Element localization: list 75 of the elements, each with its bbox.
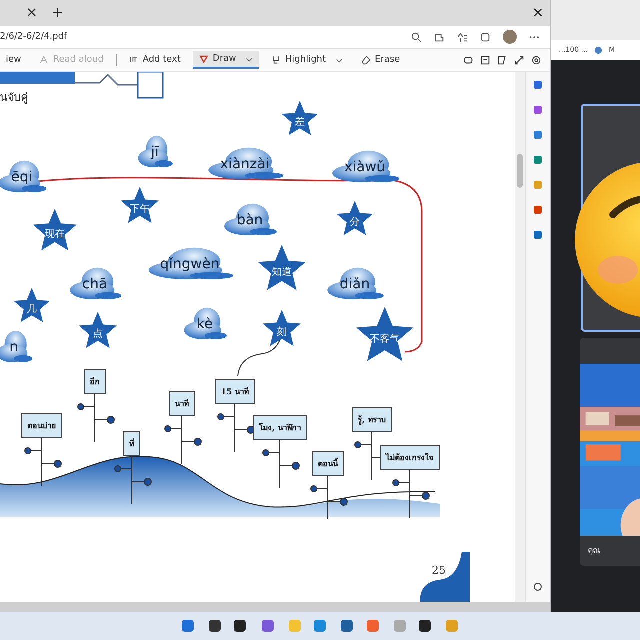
collections-icon[interactable] xyxy=(480,32,491,42)
cloud-drawing xyxy=(330,150,400,184)
caret-icon xyxy=(246,56,254,62)
cloud-drawing xyxy=(137,134,173,170)
eraser-icon xyxy=(361,55,372,65)
word-sign: นาที xyxy=(169,392,195,416)
taskbar-app-icon[interactable] xyxy=(417,618,433,634)
pinyin-label: xiànzài xyxy=(220,156,270,172)
pinyin-label: xiàwǔ xyxy=(344,160,386,176)
sidebar-app-icon[interactable] xyxy=(533,205,543,215)
sidebar-app-icon[interactable] xyxy=(533,130,543,140)
word-sign: 15 นาที xyxy=(215,380,255,404)
profile-avatar[interactable] xyxy=(503,30,517,44)
pinyin-label: jī xyxy=(151,144,159,160)
sidebar-app-icon[interactable] xyxy=(533,155,543,165)
sidebar-app-icon[interactable] xyxy=(533,230,543,240)
taskbar-app-icon[interactable] xyxy=(207,618,223,634)
corner-decoration xyxy=(420,552,470,602)
save-icon[interactable] xyxy=(480,54,491,66)
caret-icon xyxy=(336,56,344,64)
word-sign: โมง, นาฬิกา xyxy=(253,416,307,440)
cloud-drawing xyxy=(182,306,228,342)
word-sign: ตอนนี้ xyxy=(312,452,344,476)
horizontal-scrollbar[interactable] xyxy=(0,602,550,612)
cloud-drawing xyxy=(0,160,47,194)
settings-icon[interactable] xyxy=(531,54,542,66)
pinyin-label: n xyxy=(10,340,18,356)
fullscreen-icon[interactable] xyxy=(514,54,525,66)
toolbar-button[interactable]: iew xyxy=(0,52,28,68)
pinyin-label: diǎn xyxy=(340,276,370,292)
page-number: 25 xyxy=(432,564,446,577)
chinese-word: 点 xyxy=(93,328,103,340)
word-sign: ที่ xyxy=(124,432,140,456)
pinyin-label: kè xyxy=(196,316,214,332)
toolbar-button[interactable]: Add text xyxy=(122,52,187,68)
chinese-word: 几 xyxy=(27,302,37,316)
window-close-button[interactable]: × xyxy=(532,5,544,21)
sidebar-app-icon[interactable] xyxy=(533,80,543,90)
toolbar-button[interactable]: Erase xyxy=(355,52,406,68)
tab-close-button[interactable]: × xyxy=(26,5,38,21)
favorites-icon[interactable] xyxy=(457,32,468,42)
word-sign: อีก xyxy=(84,370,106,394)
word-sign: ไม่ต้องเกรงใจ xyxy=(380,446,440,470)
chinese-word: 现在 xyxy=(45,228,65,240)
pinyin-label: bàn xyxy=(236,212,264,228)
highlighter-icon xyxy=(271,55,282,65)
chinese-word: 下午 xyxy=(130,202,150,216)
taskbar-app-icon[interactable] xyxy=(232,618,248,634)
new-tab-button[interactable]: + xyxy=(52,5,64,21)
text-icon xyxy=(128,55,139,65)
worksheet-heading: นจับคู่ xyxy=(0,90,28,106)
cloud-drawing xyxy=(68,266,122,302)
globe-icon[interactable] xyxy=(594,46,603,54)
zoom-icon[interactable] xyxy=(411,32,422,42)
settings-icon[interactable] xyxy=(533,582,543,592)
toolbar-button[interactable]: Draw xyxy=(192,51,260,69)
cloud-drawing xyxy=(222,202,278,238)
chinese-word: 刻 xyxy=(277,326,287,338)
pinyin-label: ēqi xyxy=(11,170,33,186)
toolbar-button[interactable]: Highlight xyxy=(265,52,350,68)
word-sign: รู้, ทราบ xyxy=(352,408,392,432)
cloud-drawing xyxy=(0,330,32,364)
pinyin-label: chā xyxy=(82,276,108,292)
chinese-word: 差 xyxy=(295,116,305,128)
word-sign: ตอนบ่าย xyxy=(22,414,62,438)
participant-name: คุณ xyxy=(588,545,600,557)
address-field[interactable]: 2/6/2-6/2/4.pdf xyxy=(0,32,68,42)
scrollbar-thumb[interactable] xyxy=(517,154,523,188)
chinese-word: 分 xyxy=(350,216,360,228)
cloud-drawing xyxy=(326,266,384,302)
pen-icon xyxy=(198,54,209,64)
chinese-word: 知道 xyxy=(272,266,292,278)
sidebar-app-icon[interactable] xyxy=(533,105,543,115)
read-aloud-icon xyxy=(39,55,50,65)
pinyin-label: qǐngwèn xyxy=(160,256,220,272)
